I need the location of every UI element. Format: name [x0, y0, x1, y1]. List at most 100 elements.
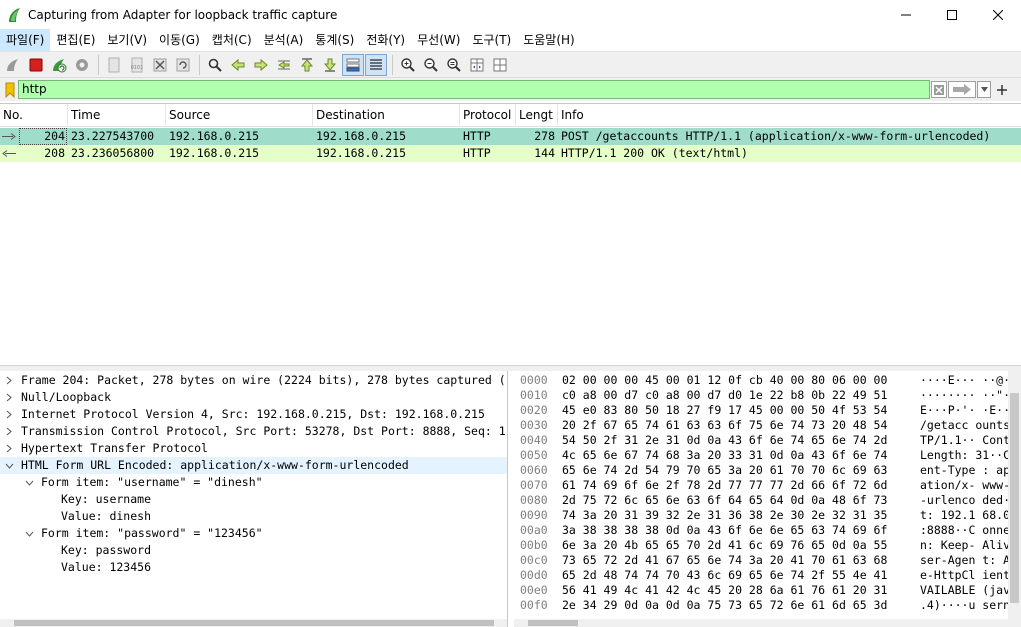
byte-ascii[interactable]: Length: 31··Cont	[920, 448, 1010, 463]
tree-item-ipv4[interactable]: Internet Protocol Version 4, Src: 192.16…	[0, 406, 507, 423]
column-header-protocol[interactable]: Protocol	[460, 104, 516, 127]
tree-item-form-urlencoded[interactable]: HTML Form URL Encoded: application/x-www…	[0, 457, 507, 474]
chevron-down-icon[interactable]	[3, 457, 15, 474]
menu-edit[interactable]: 편집(E)	[50, 29, 101, 51]
go-to-packet-button[interactable]	[273, 54, 295, 76]
bytes-vertical-scrollbar[interactable]	[1008, 371, 1021, 627]
open-file-button[interactable]	[103, 54, 125, 76]
resize-columns-button[interactable]	[466, 54, 488, 76]
menu-help[interactable]: 도움말(H)	[517, 29, 581, 51]
byte-ascii[interactable]: .4)····u sername=	[920, 598, 1010, 613]
menu-statistics[interactable]: 통계(S)	[309, 29, 360, 51]
filter-add-button[interactable]	[994, 80, 1010, 99]
byte-hex[interactable]: 4c 65 6e 67 74 68 3a 20 33 31 0d 0a 43 6…	[562, 448, 887, 463]
tree-item-key[interactable]: Key: password	[0, 542, 507, 559]
minimize-button[interactable]	[883, 0, 929, 29]
column-header-no[interactable]: No.	[0, 104, 68, 127]
tree-item-key[interactable]: Key: username	[0, 491, 507, 508]
zoom-out-button[interactable]	[420, 54, 442, 76]
byte-hex[interactable]: 54 50 2f 31 2e 31 0d 0a 43 6f 6e 74 65 6…	[562, 433, 887, 448]
layout-columns-button[interactable]	[489, 54, 511, 76]
byte-hex[interactable]: 65 6e 74 2d 54 79 70 65 3a 20 61 70 70 6…	[562, 463, 887, 478]
packet-row[interactable]: 208 23.236056800 192.168.0.215 192.168.0…	[0, 145, 1021, 162]
byte-ascii[interactable]: :8888··C onnectio	[920, 523, 1010, 538]
byte-ascii[interactable]: /getacc ounts HT	[920, 418, 1010, 433]
byte-ascii[interactable]: ser-Agen t: Apach	[920, 553, 1010, 568]
scrollbar-thumb[interactable]	[528, 620, 578, 626]
restart-capture-button[interactable]	[48, 54, 70, 76]
byte-ascii[interactable]: VAILABLE (java 1	[920, 583, 1010, 598]
byte-hex[interactable]: 2e 34 29 0d 0a 0d 0a 75 73 65 72 6e 61 6…	[562, 598, 887, 613]
menu-wireless[interactable]: 무선(W)	[411, 29, 466, 51]
byte-hex[interactable]: 2d 75 72 6c 65 6e 63 6f 64 65 64 0d 0a 4…	[562, 493, 887, 508]
chevron-right-icon[interactable]	[3, 389, 15, 406]
chevron-down-icon[interactable]	[23, 525, 35, 542]
menu-file[interactable]: 파일(F)	[0, 29, 51, 51]
column-header-destination[interactable]: Destination	[313, 104, 460, 127]
chevron-right-icon[interactable]	[3, 440, 15, 457]
menu-capture[interactable]: 캡처(C)	[206, 29, 258, 51]
menu-view[interactable]: 보기(V)	[101, 29, 153, 51]
byte-ascii[interactable]: ····E··· ··@·····	[920, 373, 1010, 388]
column-header-time[interactable]: Time	[68, 104, 166, 127]
tree-item-http[interactable]: Hypertext Transfer Protocol	[0, 440, 507, 457]
menu-tools[interactable]: 도구(T)	[466, 29, 517, 51]
tree-item-value[interactable]: Value: dinesh	[0, 508, 507, 525]
byte-hex[interactable]: 65 2d 48 74 74 70 43 6c 69 65 6e 74 2f 5…	[562, 568, 887, 583]
colorize-button[interactable]	[365, 53, 387, 76]
capture-options-button[interactable]	[71, 54, 93, 76]
tree-item-form-password[interactable]: Form item: "password" = "123456"	[0, 525, 507, 542]
packet-row[interactable]: 204 23.227543700 192.168.0.215 192.168.0…	[0, 128, 1021, 145]
tree-item-frame[interactable]: Frame 204: Packet, 278 bytes on wire (22…	[0, 372, 507, 389]
byte-ascii[interactable]: TP/1.1·· Content-	[920, 433, 1010, 448]
byte-ascii[interactable]: n: Keep- Alive··U	[920, 538, 1010, 553]
zoom-in-button[interactable]	[397, 54, 419, 76]
filter-apply-button[interactable]	[948, 81, 976, 98]
tree-item-form-username[interactable]: Form item: "username" = "dinesh"	[0, 474, 507, 491]
autoscroll-button[interactable]	[342, 53, 364, 76]
maximize-button[interactable]	[929, 0, 975, 29]
menu-go[interactable]: 이동(G)	[153, 29, 206, 51]
chevron-right-icon[interactable]	[3, 372, 15, 389]
save-file-button[interactable]: 0101	[126, 54, 148, 76]
chevron-right-icon[interactable]	[3, 423, 15, 440]
tree-item-tcp[interactable]: Transmission Control Protocol, Src Port:…	[0, 423, 507, 440]
chevron-right-icon[interactable]	[3, 406, 15, 423]
go-back-button[interactable]	[227, 54, 249, 76]
bytes-horizontal-scrollbar[interactable]	[514, 619, 1008, 627]
byte-ascii[interactable]: ent-Type : applic	[920, 463, 1010, 478]
close-button[interactable]	[975, 0, 1021, 29]
reload-file-button[interactable]	[172, 54, 194, 76]
stop-capture-button[interactable]	[25, 54, 47, 76]
column-header-length[interactable]: Lengt	[516, 104, 558, 127]
byte-hex[interactable]: 02 00 00 00 45 00 01 12 0f cb 40 00 80 0…	[562, 373, 887, 388]
scrollbar-thumb[interactable]	[14, 620, 494, 626]
go-forward-button[interactable]	[250, 54, 272, 76]
filter-clear-button[interactable]	[931, 81, 947, 98]
menu-telephony[interactable]: 전화(Y)	[360, 29, 411, 51]
byte-hex[interactable]: c0 a8 00 d7 c0 a8 00 d7 d0 1e 22 b8 0b 2…	[562, 388, 887, 403]
byte-ascii[interactable]: -urlenco ded··Hos	[920, 493, 1010, 508]
find-packet-button[interactable]	[204, 54, 226, 76]
zoom-normal-button[interactable]	[443, 54, 465, 76]
tree-item-value[interactable]: Value: 123456	[0, 559, 507, 576]
go-last-button[interactable]	[319, 54, 341, 76]
byte-hex[interactable]: 20 2f 67 65 74 61 63 63 6f 75 6e 74 73 2…	[562, 418, 887, 433]
column-header-info[interactable]: Info	[558, 104, 1021, 127]
byte-ascii[interactable]: ation/x- www-form	[920, 478, 1010, 493]
chevron-down-icon[interactable]	[23, 474, 35, 491]
filter-bookmark-button[interactable]	[2, 80, 18, 100]
byte-ascii[interactable]: t: 192.1 68.0.215	[920, 508, 1010, 523]
details-horizontal-scrollbar[interactable]	[0, 619, 507, 627]
byte-hex[interactable]: 45 e0 83 80 50 18 27 f9 17 45 00 00 50 4…	[562, 403, 887, 418]
byte-hex[interactable]: 56 41 49 4c 41 42 4c 45 20 28 6a 61 76 6…	[562, 583, 887, 598]
byte-hex[interactable]: 73 65 72 2d 41 67 65 6e 74 3a 20 41 70 6…	[562, 553, 887, 568]
close-file-button[interactable]	[149, 54, 171, 76]
display-filter-input[interactable]: http	[18, 80, 930, 99]
column-header-source[interactable]: Source	[166, 104, 313, 127]
filter-history-dropdown[interactable]	[977, 81, 991, 98]
byte-hex[interactable]: 61 74 69 6f 6e 2f 78 2d 77 77 77 2d 66 6…	[562, 478, 887, 493]
byte-hex[interactable]: 74 3a 20 31 39 32 2e 31 36 38 2e 30 2e 3…	[562, 508, 887, 523]
start-capture-button[interactable]	[2, 54, 24, 76]
scrollbar-thumb[interactable]	[1010, 393, 1019, 603]
